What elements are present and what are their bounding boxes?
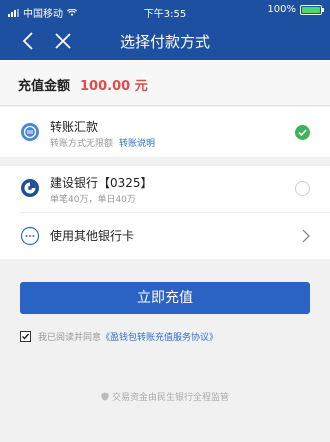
bank-options-card: 建设银行【0325】 单笔40万，单日40万 使用其他银行卡 [0,166,330,259]
radio-selected[interactable] [295,125,310,140]
recharge-button[interactable]: 立即充值 [20,282,310,314]
amount-row: 充值金额 100.00 元 [0,60,330,106]
pay-option-limit: 单笔40万，单日40万 [50,195,136,205]
agreement-checkbox[interactable] [20,331,31,342]
pay-option-title: 建设银行【0325】 [50,176,153,190]
nav-bar: 选择付款方式 [0,22,330,60]
transfer-help-link[interactable]: 转账说明 [119,139,155,149]
agreement-row: 我已阅读并同意 《盈钱包转账充值服务协议》 [20,330,218,343]
pay-option-subtitle-text: 转账方式无限额 [50,139,114,149]
page-title: 选择付款方式 [119,33,210,51]
chevron-right-icon [302,229,310,243]
agreement-text: 我已阅读并同意 [38,333,102,343]
battery-icon [300,4,324,15]
pay-option-ccb[interactable]: 建设银行【0325】 单笔40万，单日40万 [0,166,330,212]
battery-percent: 100% [267,4,296,15]
footer-note: 交易资金由民生银行全程监管 [0,390,330,403]
amount-value: 100.00 元 [80,79,148,94]
pay-option-subtitle: 转账方式无限额 转账说明 [50,136,155,149]
pay-option-other-card[interactable]: 使用其他银行卡 [0,213,330,259]
pay-option-title: 使用其他银行卡 [50,229,135,243]
amount-label: 充值金额 [18,79,71,94]
check-icon [22,333,30,340]
ccb-bank-icon [21,179,39,197]
status-right: 100% [267,4,324,15]
shield-icon [101,392,109,401]
more-icon [20,226,40,246]
transfer-card: 转账汇款 转账方式无限额 转账说明 [0,107,330,157]
radio-unselected[interactable] [295,181,310,196]
pay-option-transfer[interactable]: 转账汇款 转账方式无限额 转账说明 [0,107,330,157]
status-bar: 中国移动 下午3:55 100% [0,0,330,22]
transfer-icon [21,123,39,141]
check-icon [298,129,307,137]
agreement-link[interactable]: 《盈钱包转账充值服务协议》 [101,330,218,343]
pay-option-title: 转账汇款 [50,120,99,134]
footer-note-text: 交易资金由民生银行全程监管 [111,393,229,403]
